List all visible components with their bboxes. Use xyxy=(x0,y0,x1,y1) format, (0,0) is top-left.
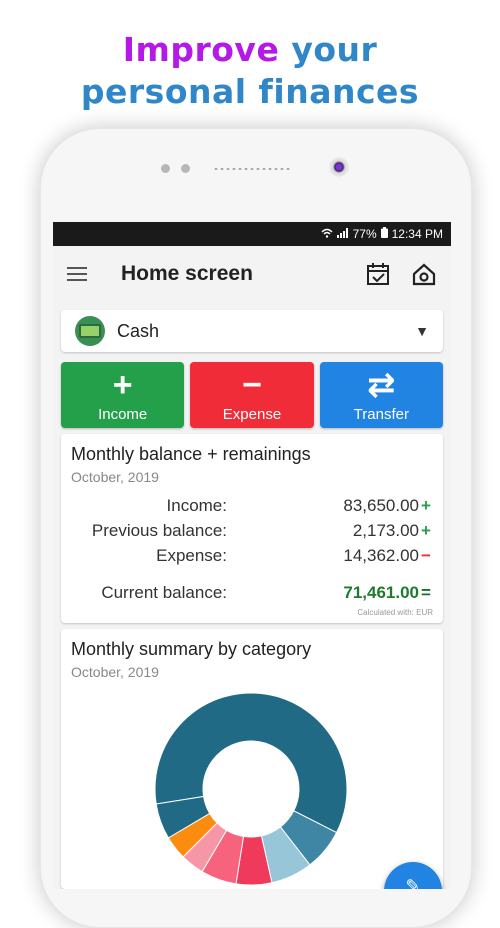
row-value: 2,173.00 xyxy=(352,520,419,540)
minus-icon: − xyxy=(242,365,262,404)
house-gear-icon[interactable] xyxy=(411,261,437,287)
current-balance-value: 71,461.00 xyxy=(343,582,419,602)
balance-row-previous: Previous balance: 2,173.00 + xyxy=(71,518,433,543)
account-name: Cash xyxy=(117,320,160,341)
promo-headline-line1: Improve your xyxy=(0,30,500,69)
card-period: October, 2019 xyxy=(71,469,159,485)
quick-actions: + Income − Expense ⇄ Transfer xyxy=(61,362,443,428)
expense-button[interactable]: − Expense xyxy=(190,362,314,428)
front-camera xyxy=(329,157,349,177)
income-button[interactable]: + Income xyxy=(61,362,185,428)
equals-sign: = xyxy=(421,582,431,602)
category-summary-card[interactable]: Monthly summary by category October, 201… xyxy=(61,629,443,889)
headline-improve: Improve xyxy=(122,30,280,69)
transfer-button[interactable]: ⇄ Transfer xyxy=(319,362,443,428)
headline-your: your xyxy=(279,30,378,69)
wifi-icon xyxy=(321,227,333,241)
transfer-label: Transfer xyxy=(353,405,409,423)
row-label: Expense: xyxy=(156,545,227,565)
dropdown-arrow-icon: ▼ xyxy=(415,323,429,339)
plus-sign: + xyxy=(421,520,431,540)
row-value: 83,650.00 xyxy=(343,495,419,515)
pencil-icon: ✎ xyxy=(405,876,421,889)
phone-screen: 77% 12:34 PM Home screen Cash ▼ + Income xyxy=(53,222,451,889)
card-title: Monthly summary by category xyxy=(71,639,312,659)
calendar-check-icon[interactable] xyxy=(365,261,391,287)
income-label: Income xyxy=(98,405,148,423)
clock: 12:34 PM xyxy=(391,227,443,241)
app-bar: Home screen xyxy=(53,246,451,302)
account-selector[interactable]: Cash ▼ xyxy=(61,310,443,352)
promo-headline-line2: personal finances xyxy=(80,72,420,111)
row-value: 14,362.00 xyxy=(343,545,419,565)
battery-percent: 77% xyxy=(352,227,377,241)
sensor-dot xyxy=(161,164,170,173)
category-donut-chart[interactable] xyxy=(151,689,351,889)
balance-row-expense: Expense: 14,362.00 − xyxy=(71,543,433,568)
card-title: Monthly balance + remainings xyxy=(71,444,311,464)
card-period: October, 2019 xyxy=(71,664,159,680)
status-bar: 77% 12:34 PM xyxy=(53,222,451,246)
plus-icon: + xyxy=(112,365,133,404)
expense-label: Expense xyxy=(222,405,282,423)
speaker-grill xyxy=(213,167,291,171)
plus-sign: + xyxy=(421,495,431,515)
row-label: Income: xyxy=(166,495,227,515)
monthly-balance-card[interactable]: Monthly balance + remainings October, 20… xyxy=(61,434,443,623)
swap-arrows-icon: ⇄ xyxy=(367,365,396,404)
row-label: Current balance: xyxy=(101,582,227,602)
hamburger-menu-icon[interactable] xyxy=(67,267,87,281)
battery-icon xyxy=(380,227,388,241)
signal-icon xyxy=(336,227,349,241)
wallet-icon xyxy=(75,316,105,346)
row-label: Previous balance: xyxy=(91,520,227,540)
minus-sign: − xyxy=(421,545,431,565)
currency-note: Calculated with: EUR xyxy=(357,608,433,617)
balance-row-income: Income: 83,650.00 + xyxy=(71,493,433,518)
balance-row-current: Current balance: 71,461.00 = xyxy=(71,580,433,605)
sensor-dot xyxy=(181,164,190,173)
page-title: Home screen xyxy=(121,262,253,285)
